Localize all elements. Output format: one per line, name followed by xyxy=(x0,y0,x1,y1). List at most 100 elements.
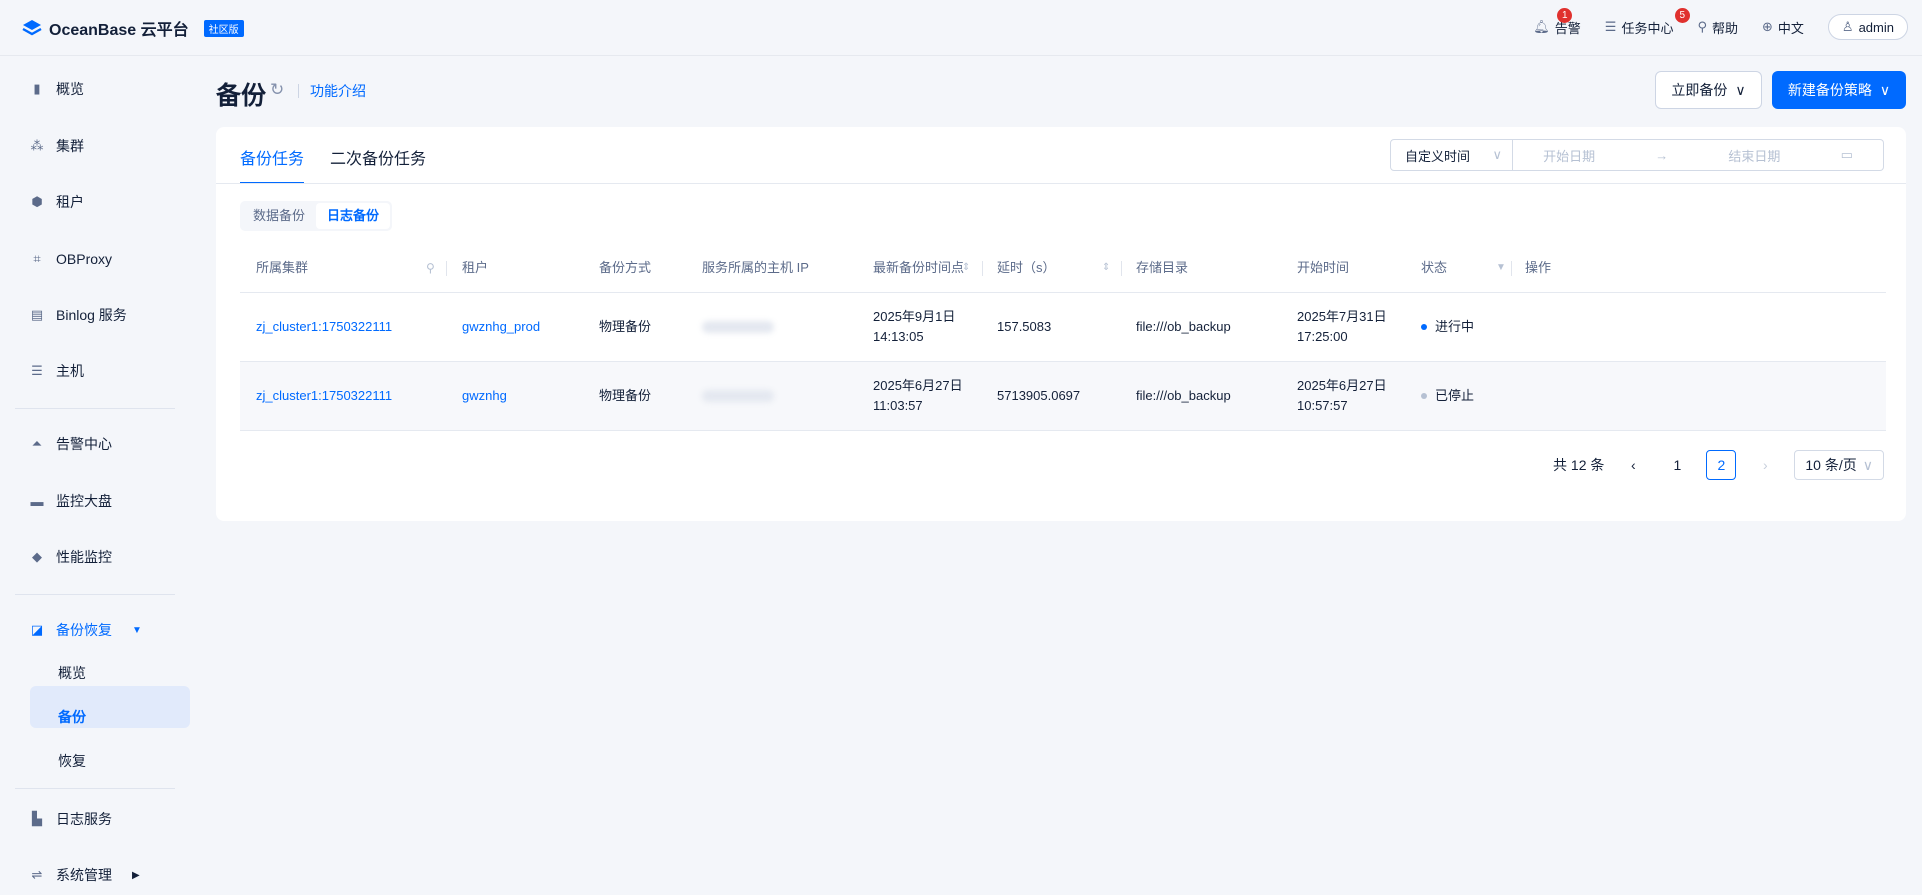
tenant-icon: ⬢ xyxy=(31,194,43,209)
end-date-placeholder[interactable]: 结束日期 xyxy=(1728,146,1780,165)
sidebar-item-label: 系统管理 xyxy=(56,867,112,883)
start-clock: 10:57:57 xyxy=(1297,398,1348,413)
task-center-button[interactable]: ☰ 任务中心 5 xyxy=(1604,7,1690,37)
cell-start-time: 2025年7月31日 17:25:00 xyxy=(1297,293,1387,361)
brand[interactable]: OceanBase 云平台 社区版 xyxy=(22,16,244,40)
sidebar-divider xyxy=(15,594,175,595)
col-tenant: 租户 xyxy=(462,260,489,275)
table-row: zj_cluster1:1750322111 gwznhg 物理备份 2025年… xyxy=(240,362,1886,431)
sidebar-item-binlog[interactable]: ▤ Binlog 服务 xyxy=(30,304,127,326)
col-start-time: 开始时间 xyxy=(1297,260,1350,275)
backup-table: 所属集群 ⚲ 租户 备份方式 服务所属的主机 IP 最新备份时间点 ⇕ 延时（s… xyxy=(240,244,1886,431)
pagination: 共 12 条 ‹ 1 2 › 10 条/页 ∨ xyxy=(1553,450,1884,480)
page-size-value: 10 条/页 xyxy=(1805,457,1857,473)
tab-secondary-backup-tasks[interactable]: 二次备份任务 xyxy=(330,145,426,184)
performance-icon: ◆ xyxy=(32,549,42,564)
next-page-button[interactable]: › xyxy=(1750,450,1780,480)
sort-icon[interactable]: ⇕ xyxy=(962,244,970,292)
sidebar-item-cluster[interactable]: ⁂ 集群 xyxy=(30,135,85,157)
latest-backup-date: 2025年9月1日 xyxy=(873,309,956,324)
segment-data-backup[interactable]: 数据备份 xyxy=(242,203,316,229)
sidebar-item-system-management[interactable]: ⇌ 系统管理 ▶ xyxy=(30,864,140,886)
caret-right-icon: ▶ xyxy=(132,869,140,881)
cell-host-ip-redacted xyxy=(702,293,774,361)
sidebar-item-obproxy[interactable]: ⌗ OBProxy xyxy=(30,248,112,270)
globe-icon: ⊕ xyxy=(1762,19,1773,34)
help-button[interactable]: ⚲ 帮助 xyxy=(1697,18,1738,37)
alerts-button[interactable]: 🔔︎ 告警 1 xyxy=(1533,7,1581,37)
sidebar-item-host[interactable]: ☰ 主机 xyxy=(30,360,84,382)
user-menu[interactable]: ♙ admin xyxy=(1827,14,1908,40)
sidebar-item-label: 主机 xyxy=(56,363,84,379)
sidebar-item-alarm-center[interactable]: ⏶ 告警中心 xyxy=(30,433,112,455)
cell-cluster-link[interactable]: zj_cluster1:1750322111 xyxy=(256,293,392,361)
tasks-label: 任务中心 xyxy=(1621,20,1674,36)
page-2-button[interactable]: 2 xyxy=(1706,450,1737,480)
top-nav: 🔔︎ 告警 1 ☰ 任务中心 5 ⚲ 帮助 ⊕ 中文 ♙ admin xyxy=(1533,7,1908,40)
language-button[interactable]: ⊕ 中文 xyxy=(1762,18,1804,37)
calendar-icon: ▭ xyxy=(1840,147,1853,162)
sidebar-divider xyxy=(15,408,175,409)
column-divider xyxy=(446,261,447,276)
sidebar-item-log-service[interactable]: ▙ 日志服务 xyxy=(30,808,112,830)
sidebar-item-monitor-dashboard[interactable]: ▬ 监控大盘 xyxy=(30,490,113,512)
sort-icon[interactable]: ⇕ xyxy=(1102,244,1110,292)
chevron-down-icon: ∨ xyxy=(1879,81,1891,98)
sidebar-sub-backup[interactable]: 备份 xyxy=(58,707,86,727)
user-name: admin xyxy=(1858,19,1894,35)
sidebar-item-label: 日志服务 xyxy=(56,811,112,827)
sidebar-sub-overview[interactable]: 概览 xyxy=(58,663,86,683)
page-size-select[interactable]: 10 条/页 ∨ xyxy=(1794,450,1884,480)
lightbulb-icon: ⚲ xyxy=(1697,19,1707,34)
col-delay[interactable]: 延时（s） xyxy=(997,244,1056,292)
sidebar-item-label: 概览 xyxy=(56,81,84,97)
cell-cluster-link[interactable]: zj_cluster1:1750322111 xyxy=(256,362,392,430)
filter-icon[interactable]: ▼ xyxy=(1496,244,1506,292)
start-date-placeholder[interactable]: 开始日期 xyxy=(1543,146,1595,165)
latest-backup-clock: 11:03:57 xyxy=(873,398,923,413)
col-latest-backup-time[interactable]: 最新备份时间点 xyxy=(873,244,964,292)
search-icon[interactable]: ⚲ xyxy=(426,244,435,292)
time-mode-select[interactable]: 自定义时间 ∨ xyxy=(1390,139,1513,171)
user-icon: ♙ xyxy=(1841,19,1854,34)
feature-intro-link[interactable]: 功能介绍 xyxy=(310,81,366,101)
sidebar-item-overview[interactable]: ▮ 概览 xyxy=(30,78,84,100)
column-divider xyxy=(982,261,983,276)
language-label: 中文 xyxy=(1777,20,1804,36)
latest-backup-date: 2025年6月27日 xyxy=(873,378,963,393)
sidebar-item-performance[interactable]: ◆ 性能监控 xyxy=(30,546,112,568)
date-range-picker[interactable]: 开始日期 → 结束日期 ▭ xyxy=(1513,139,1884,171)
cell-method: 物理备份 xyxy=(599,319,652,334)
title-divider xyxy=(298,84,299,98)
sidebar-sub-restore[interactable]: 恢复 xyxy=(58,751,86,771)
cell-tenant-link[interactable]: gwznhg xyxy=(462,362,507,430)
bell-icon: 🔔︎ xyxy=(1533,19,1550,34)
caret-down-icon: ▼ xyxy=(132,624,142,636)
new-backup-policy-button[interactable]: 新建备份策略 ∨ xyxy=(1772,71,1906,109)
chevron-down-icon: ∨ xyxy=(1492,147,1502,162)
chevron-down-icon: ∨ xyxy=(1735,81,1746,98)
status-dot-icon xyxy=(1421,324,1427,330)
proxy-icon: ⌗ xyxy=(33,251,41,266)
sidebar-item-tenant[interactable]: ⬢ 租户 xyxy=(30,191,84,213)
monitor-icon: ▬ xyxy=(30,493,44,509)
sidebar-item-label: 告警中心 xyxy=(56,436,112,452)
cell-tenant-link[interactable]: gwznhg_prod xyxy=(462,293,540,361)
bar-chart-icon: ▮ xyxy=(33,81,41,96)
status-badge: 已停止 xyxy=(1421,362,1474,430)
backup-now-button[interactable]: 立即备份 ∨ xyxy=(1655,71,1762,109)
sidebar-item-label: 租户 xyxy=(56,194,84,210)
page-1-button[interactable]: 1 xyxy=(1662,450,1692,480)
sidebar-item-label: 集群 xyxy=(56,138,84,154)
binlog-icon: ▤ xyxy=(30,307,44,322)
list-icon: ☰ xyxy=(1604,19,1617,34)
tab-backup-tasks[interactable]: 备份任务 xyxy=(240,145,305,184)
refresh-icon[interactable]: ↻ xyxy=(270,80,284,100)
sidebar-sub-backup-highlight xyxy=(30,686,190,728)
prev-page-button[interactable]: ‹ xyxy=(1618,450,1648,480)
tab-divider xyxy=(216,183,1906,184)
page-title: 备份 xyxy=(216,82,267,110)
latest-backup-clock: 14:13:05 xyxy=(873,329,924,344)
sidebar-item-backup-restore[interactable]: ◪ 备份恢复 ▼ xyxy=(30,619,142,641)
segment-log-backup[interactable]: 日志备份 xyxy=(316,203,391,229)
